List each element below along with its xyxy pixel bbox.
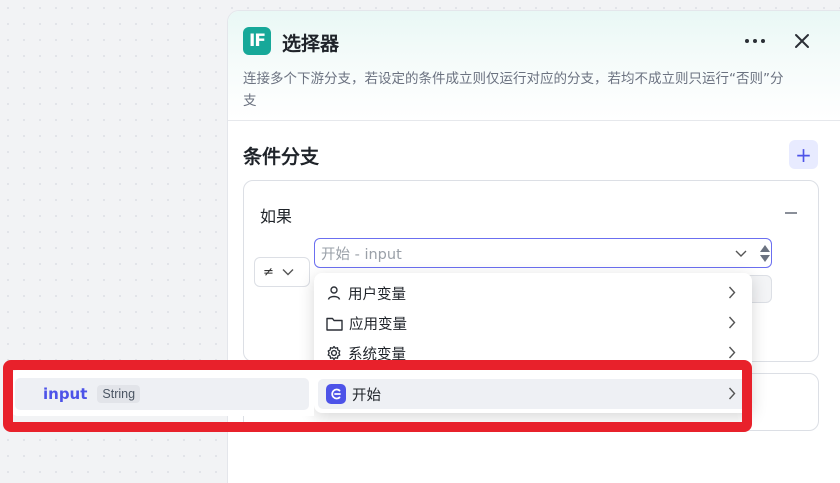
chevron-down-icon <box>282 269 294 276</box>
start-node-variables-submenu: input String <box>10 370 314 416</box>
variable-name: input <box>43 385 88 403</box>
triangle-up-icon <box>760 244 770 252</box>
menu-item-start-node[interactable]: 开始 <box>318 379 748 409</box>
gear-icon <box>327 345 341 361</box>
user-icon <box>327 286 341 300</box>
close-icon[interactable] <box>788 27 816 55</box>
menu-item-system-variables[interactable]: 系统变量 <box>318 338 748 368</box>
triangle-down-icon <box>760 254 770 262</box>
chevron-right-icon <box>728 387 736 400</box>
menu-item-label: 开始 <box>352 387 381 404</box>
collapse-icon[interactable] <box>785 212 797 214</box>
chevron-right-icon <box>728 346 736 359</box>
panel-header: IF 选择器 连接多个下游分支，若设定的条件成立则仅运行对应的分支，若均不成立则… <box>228 11 840 121</box>
menu-item-label: 用户变量 <box>348 286 406 303</box>
scroll-stepper[interactable] <box>756 238 774 268</box>
start-node-icon <box>326 384 346 404</box>
if-label: 如果 <box>260 207 293 226</box>
node-title[interactable]: 选择器 <box>282 29 339 56</box>
if-node-icon: IF <box>243 27 271 55</box>
menu-item-label: 应用变量 <box>349 316 407 333</box>
chevron-right-icon <box>728 316 736 329</box>
menu-item-app-variables[interactable]: 应用变量 <box>318 308 748 338</box>
variable-type-badge: String <box>97 385 141 403</box>
add-branch-button[interactable]: + <box>789 140 818 169</box>
more-options-icon[interactable] <box>740 27 770 55</box>
left-value-input[interactable]: 开始 - input <box>314 238 772 268</box>
section-title-branches: 条件分支 <box>243 146 320 168</box>
folder-icon <box>326 317 343 331</box>
menu-item-user-variables[interactable]: 用户变量 <box>318 278 748 308</box>
menu-item-label: 系统变量 <box>348 346 406 363</box>
left-value-placeholder: 开始 - input <box>321 246 402 263</box>
node-description: 连接多个下游分支，若设定的条件成立则仅运行对应的分支，若均不成立则只运行“否则”… <box>243 71 784 109</box>
variable-dropdown: 用户变量 应用变量 系统变量 开始 <box>314 273 752 413</box>
variable-option-input[interactable]: input String <box>15 378 309 410</box>
chevron-right-icon <box>728 286 736 299</box>
operator-select[interactable]: ≠ <box>254 257 310 287</box>
operator-value: ≠ <box>263 264 274 280</box>
chevron-down-icon <box>735 250 747 257</box>
